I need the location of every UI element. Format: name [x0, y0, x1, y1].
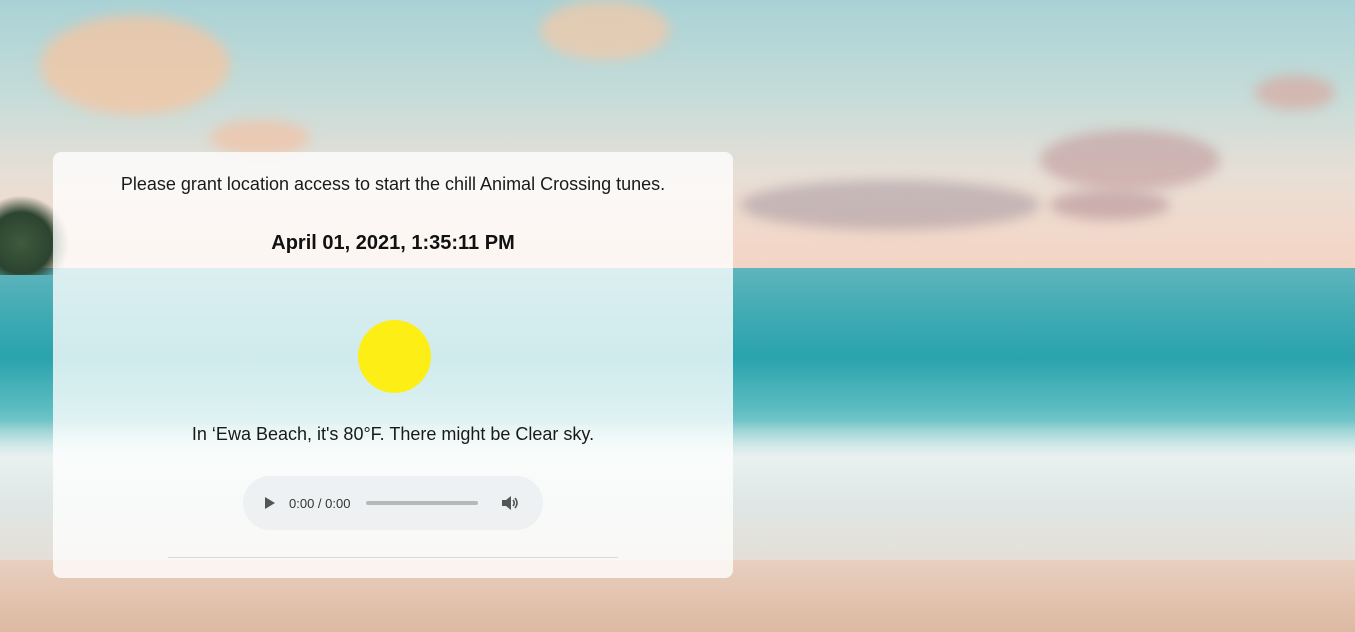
play-icon[interactable]: [265, 497, 275, 509]
sun-icon: [358, 320, 431, 393]
cloud: [210, 120, 310, 155]
weather-text: In ‘Ewa Beach, it's 80°F. There might be…: [191, 424, 595, 444]
audio-time: 0:00 / 0:00: [289, 495, 351, 511]
date-time: April 01, 2021, 1:35:11 PM: [271, 232, 515, 254]
cloud: [40, 15, 230, 115]
cloud: [540, 0, 670, 60]
cloud: [740, 180, 1040, 230]
volume-icon[interactable]: [500, 493, 520, 513]
divider: [168, 557, 618, 558]
cloud: [1040, 130, 1220, 190]
cloud: [1050, 190, 1170, 220]
audio-player: 0:00 / 0:00: [243, 476, 543, 530]
location-prompt: Please grant location access to start th…: [120, 174, 666, 194]
weather-card: Please grant location access to start th…: [53, 152, 733, 578]
cloud: [1255, 75, 1335, 110]
audio-progress-bar[interactable]: [366, 501, 479, 505]
